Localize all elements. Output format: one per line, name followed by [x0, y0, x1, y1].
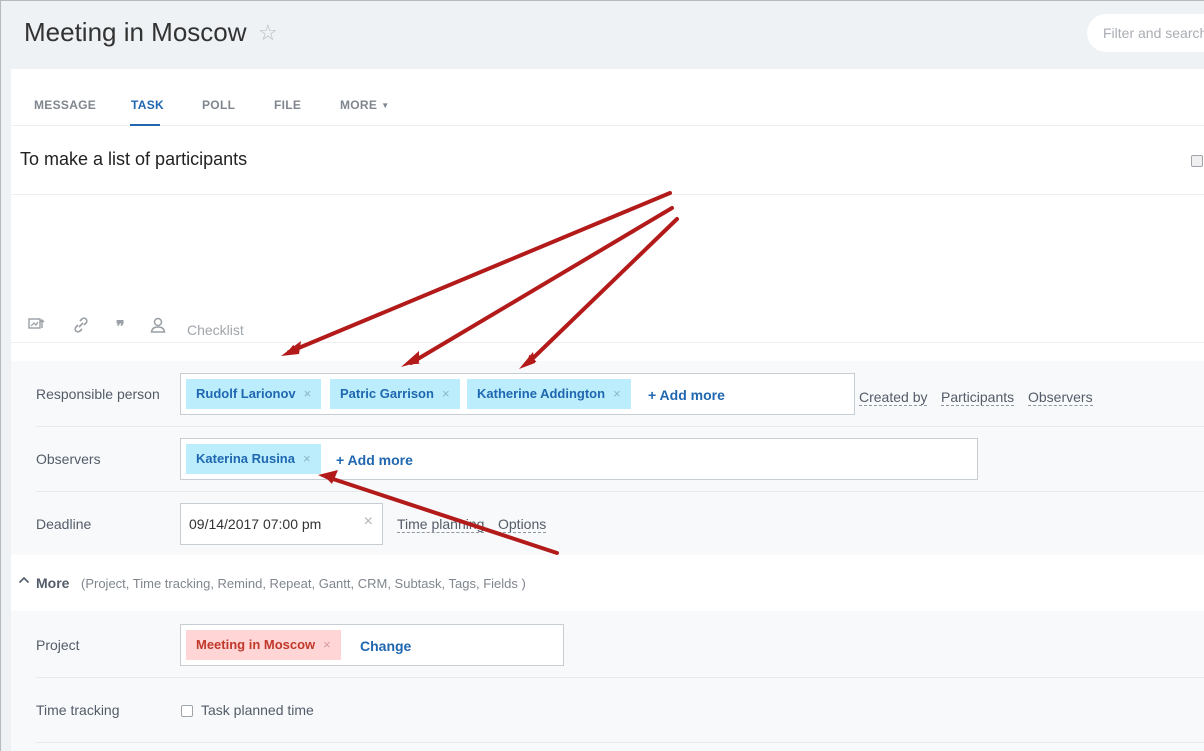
add-more-responsible-link[interactable]: + Add more — [648, 387, 725, 403]
responsible-chip[interactable]: Katherine Addington × — [467, 379, 631, 409]
tab-file[interactable]: FILE — [274, 98, 301, 112]
more-section[interactable]: More (Project, Time tracking, Remind, Re… — [11, 555, 1204, 611]
row-divider — [36, 491, 1204, 492]
deadline-input[interactable]: 09/14/2017 07:00 pm × — [180, 503, 383, 545]
tab-more[interactable]: MORE ▼ — [340, 98, 389, 112]
tab-bar: MESSAGE TASK POLL FILE MORE ▼ — [11, 69, 1204, 126]
file-upload-icon[interactable] — [28, 317, 46, 335]
clear-icon[interactable]: × — [364, 513, 373, 531]
tab-message[interactable]: MESSAGE — [34, 98, 96, 112]
chip-name: Rudolf Larionov — [196, 386, 296, 401]
link-icon[interactable] — [73, 317, 89, 337]
responsible-field[interactable]: Rudolf Larionov × Patric Garrison × Kather… — [180, 373, 855, 415]
deadline-label: Deadline — [36, 516, 92, 532]
divider — [11, 194, 1204, 195]
chip-name: Patric Garrison — [340, 386, 434, 401]
time-planning-link[interactable]: Time planning — [397, 516, 485, 533]
chip-name: Meeting in Moscow — [196, 637, 316, 652]
remove-icon[interactable]: × — [323, 637, 331, 652]
star-icon[interactable]: ☆ — [258, 20, 278, 46]
created-by-link[interactable]: Created by — [859, 389, 928, 406]
observer-chip[interactable]: Katerina Rusina × — [186, 444, 321, 474]
more-toggle[interactable]: More — [36, 575, 69, 591]
quote-icon[interactable]: ❞ — [116, 317, 125, 337]
observers-field[interactable]: Katerina Rusina × + Add more — [180, 438, 978, 480]
top-bar: Meeting in Moscow ☆ Filter and search — [1, 1, 1204, 69]
chevron-up-icon[interactable] — [18, 574, 30, 588]
row-divider — [36, 677, 1204, 678]
row-divider — [36, 742, 1204, 743]
mention-user-icon[interactable] — [150, 317, 166, 337]
participants-link[interactable]: Participants — [941, 389, 1015, 406]
observers-link[interactable]: Observers — [1028, 389, 1093, 406]
editor-toolbar: ❞ Checklist — [11, 309, 1204, 343]
page-title: Meeting in Moscow — [24, 17, 247, 47]
search-input[interactable]: Filter and search — [1087, 14, 1204, 52]
task-form-card: MESSAGE TASK POLL FILE MORE ▼ To make a l… — [11, 69, 1204, 751]
more-options-list: (Project, Time tracking, Remind, Repeat,… — [81, 576, 526, 591]
chip-name: Katerina Rusina — [196, 451, 295, 466]
remove-icon[interactable]: × — [303, 451, 311, 466]
responsible-chip[interactable]: Rudolf Larionov × — [186, 379, 322, 409]
tab-poll[interactable]: POLL — [202, 98, 235, 112]
project-field[interactable]: Meeting in Moscow × Change — [180, 624, 564, 666]
remove-icon[interactable]: × — [304, 386, 312, 401]
checklist-button[interactable]: Checklist — [187, 322, 244, 338]
row-divider — [36, 426, 1204, 427]
planned-time-checkbox[interactable] — [181, 705, 193, 717]
add-more-observers-link[interactable]: + Add more — [336, 452, 413, 468]
active-tab-indicator — [130, 124, 160, 126]
task-title-input[interactable]: To make a list of participants — [20, 149, 247, 170]
task-properties: Responsible person Rudolf Larionov × Patr… — [11, 361, 1204, 751]
change-project-link[interactable]: Change — [360, 638, 411, 654]
priority-checkbox[interactable] — [1191, 155, 1203, 167]
project-label: Project — [36, 637, 80, 653]
window: Meeting in Moscow ☆ Filter and search ME… — [0, 0, 1204, 751]
responsible-chip[interactable]: Patric Garrison × — [330, 379, 460, 409]
deadline-value: 09/14/2017 07:00 pm — [189, 516, 322, 532]
options-link[interactable]: Options — [498, 516, 547, 533]
caret-down-icon: ▼ — [381, 101, 390, 111]
chip-name: Katherine Addington — [477, 386, 606, 401]
remove-icon[interactable]: × — [442, 386, 450, 401]
tab-task[interactable]: TASK — [131, 98, 164, 112]
project-chip[interactable]: Meeting in Moscow × — [186, 630, 341, 660]
tab-more-label: MORE — [340, 98, 378, 112]
planned-time-option: Task planned time — [11, 702, 411, 722]
responsible-label: Responsible person — [36, 386, 160, 402]
planned-time-label[interactable]: Task planned time — [201, 702, 314, 718]
remove-icon[interactable]: × — [613, 386, 621, 401]
observers-label: Observers — [36, 451, 101, 467]
